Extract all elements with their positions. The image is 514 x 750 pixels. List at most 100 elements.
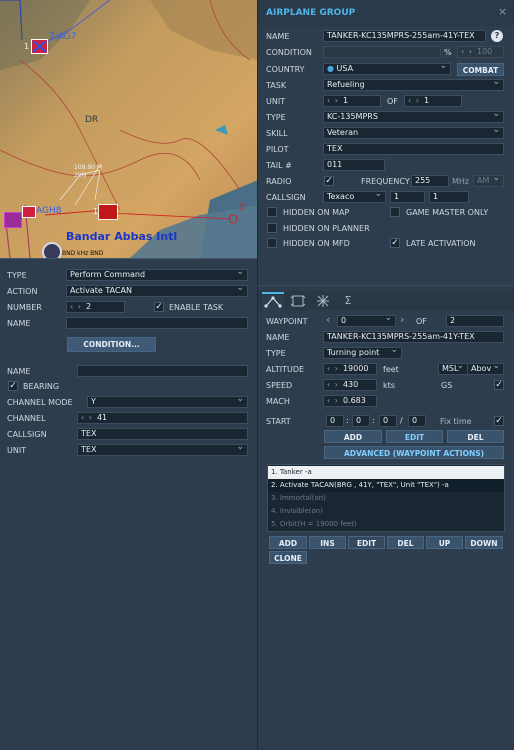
enable-task-checkbox[interactable]: ✓ <box>154 302 164 312</box>
map-channel-label: 20N <box>74 172 87 179</box>
action-add-button[interactable]: ADD <box>269 536 307 549</box>
mhz-label: MHz <box>452 177 470 186</box>
callsign-label: CALLSIGN <box>7 430 47 439</box>
action-list-item[interactable]: 4. Invisible(on) <box>268 505 504 518</box>
action-list-item[interactable]: 5. Orbit(H = 19000 feet) <box>268 518 504 531</box>
speed-spinner[interactable]: ‹ › 430 <box>323 379 377 391</box>
action-delete-button[interactable]: DEL <box>387 536 424 549</box>
callsign-label: CALLSIGN <box>266 193 306 202</box>
tab-summary[interactable]: Σ <box>337 293 359 309</box>
waypoint-of-label: OF <box>416 317 427 326</box>
start-seconds-input[interactable]: 0 <box>379 415 397 427</box>
country-label: COUNTRY <box>266 65 305 74</box>
map-unit-marker[interactable] <box>31 39 48 54</box>
mach-spinner[interactable]: ‹ › 0.683 <box>323 395 377 407</box>
start-day-input[interactable]: 0 <box>408 415 426 427</box>
channel-mode-select[interactable]: Y <box>87 396 248 408</box>
tab-payload[interactable] <box>312 293 334 309</box>
unit-spinner[interactable]: ‹ › 1 <box>323 95 381 107</box>
spinner-arrows-icon: ‹ › <box>408 96 420 105</box>
unit-label: UNIT <box>266 97 286 106</box>
type-select[interactable]: Perform Command <box>66 269 248 281</box>
waypoint-select[interactable]: 0 <box>337 315 396 327</box>
combat-button[interactable]: COMBAT <box>457 63 504 76</box>
map-unit-marker-2[interactable] <box>22 206 36 218</box>
task-select[interactable]: Refueling <box>323 79 504 91</box>
hidden-on-map-checkbox[interactable] <box>267 207 277 217</box>
percent-label: % <box>444 48 452 57</box>
action-clone-button[interactable]: CLONE <box>269 551 307 564</box>
advanced-waypoint-actions-button[interactable]: ADVANCED (WAYPOINT ACTIONS) <box>324 446 504 459</box>
chevron-left-icon[interactable]: ‹ <box>326 314 330 326</box>
group-name-input[interactable]: TANKER-KC135MPRS-255am-41Y-TEX <box>323 30 486 42</box>
waypoint-add-button[interactable]: ADD <box>324 430 382 443</box>
altitude-mode-select[interactable]: Abov <box>467 363 504 375</box>
hidden-on-planner-checkbox[interactable] <box>267 223 277 233</box>
action-insert-button[interactable]: INS <box>309 536 346 549</box>
action-name-input[interactable] <box>77 365 248 377</box>
gs-checkbox[interactable]: ✓ <box>494 380 504 390</box>
callsign-number-2[interactable]: 1 <box>429 191 469 203</box>
chevron-right-icon[interactable]: › <box>400 314 404 326</box>
action-select[interactable]: Activate TACAN <box>66 285 248 297</box>
start-minutes-input[interactable]: 0 <box>352 415 370 427</box>
action-edit-button[interactable]: EDIT <box>348 536 385 549</box>
spinner-arrows-icon: ‹ › <box>327 364 339 373</box>
callsign-input[interactable]: TEX <box>77 428 248 440</box>
spinner-arrows-icon: ‹ › <box>327 380 339 389</box>
altitude-label: ALTITUDE <box>266 365 305 374</box>
condition-percent-value: 100 <box>476 47 493 56</box>
waypoint-label: WAYPOINT <box>266 317 308 326</box>
callsign-number-1[interactable]: 1 <box>390 191 425 203</box>
speed-unit-label: kts <box>383 381 395 390</box>
unit-select[interactable]: TEX <box>77 444 248 456</box>
start-hours-input[interactable]: 0 <box>326 415 344 427</box>
action-up-button[interactable]: UP <box>426 536 463 549</box>
map-enemy-marker[interactable] <box>4 212 22 228</box>
callsign-select[interactable]: Texaco <box>323 191 386 203</box>
late-activation-checkbox[interactable]: ✓ <box>390 238 400 248</box>
name2-label: NAME <box>7 367 31 376</box>
skill-select[interactable]: Veteran <box>323 127 504 139</box>
frequency-input[interactable]: 255 <box>411 175 449 187</box>
close-icon[interactable]: × <box>498 6 507 18</box>
altitude-spinner[interactable]: ‹ › 19000 <box>323 363 377 375</box>
action-panel <box>0 258 257 750</box>
bearing-checkbox[interactable]: ✓ <box>8 381 18 391</box>
waypoint-type-select[interactable]: Turning point <box>323 347 402 359</box>
pilot-input[interactable]: TEX <box>323 143 504 155</box>
action-down-button[interactable]: DOWN <box>465 536 503 549</box>
map-waypoint-number-3: 3 <box>239 203 245 213</box>
action-list-item[interactable]: 1. Tanker -a <box>268 466 504 479</box>
map-view[interactable]: 1 7:AG7 DR 109.90 M 20N AGH8 1 3 Bandar … <box>0 0 258 258</box>
tab-route[interactable] <box>262 292 284 310</box>
tail-input[interactable]: 011 <box>323 159 385 171</box>
altitude-reference-select[interactable]: MSL <box>438 363 467 375</box>
tab-triggered[interactable] <box>287 293 309 309</box>
unit-of-spinner[interactable]: ‹ › 1 <box>404 95 462 107</box>
waypoint-name-input[interactable]: TANKER-KC135MPRS-255am-41Y-TEX <box>323 331 504 343</box>
radio-checkbox[interactable]: ✓ <box>324 176 334 186</box>
channel-spinner[interactable]: ‹ › 41 <box>77 412 248 424</box>
help-icon[interactable]: ? <box>491 30 503 42</box>
game-master-checkbox[interactable] <box>390 207 400 217</box>
aircraft-type-select[interactable]: KC-135MPRS <box>323 111 504 123</box>
waypoint-del-button[interactable]: DEL <box>447 430 504 443</box>
condition-button[interactable]: CONDITION... <box>67 337 156 352</box>
fix-time-checkbox[interactable]: ✓ <box>494 416 504 426</box>
channel-label: CHANNEL <box>7 414 46 423</box>
map-tanker-marker[interactable] <box>98 204 118 220</box>
country-select[interactable]: ● USA <box>323 63 451 75</box>
action-list-item[interactable]: 3. Immortal(on) <box>268 492 504 505</box>
unit-of-value: 1 <box>423 96 430 105</box>
waypoint-actions-list[interactable]: 1. Tanker -a 2. Activate TACAN(BRG , 41Y… <box>267 464 505 532</box>
time-separator: : <box>346 416 349 425</box>
airport-icon[interactable] <box>42 242 62 258</box>
action-list-item-selected[interactable]: 2. Activate TACAN(BRG , 41Y, "TEX", Unit… <box>268 479 504 492</box>
task-name-input[interactable] <box>66 317 248 329</box>
hidden-on-mfd-checkbox[interactable] <box>267 238 277 248</box>
number-spinner[interactable]: ‹ › 2 <box>66 301 125 313</box>
waypoint-name-label: NAME <box>266 333 290 342</box>
waypoint-edit-button[interactable]: EDIT <box>386 430 443 443</box>
spinner-arrows-icon: ‹ › <box>70 302 82 311</box>
